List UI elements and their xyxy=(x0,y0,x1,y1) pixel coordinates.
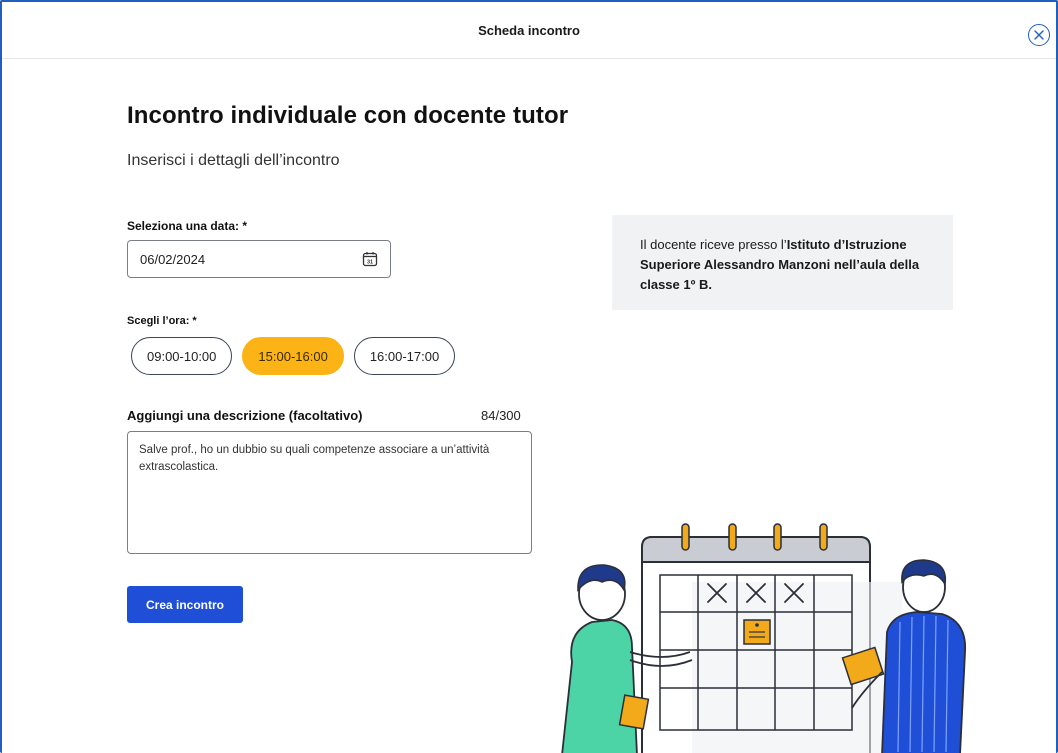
svg-text:31: 31 xyxy=(367,260,373,266)
date-value: 06/02/2024 xyxy=(140,251,206,267)
calendar-icon[interactable]: 31 xyxy=(362,251,378,267)
modal-title: Scheda incontro xyxy=(478,22,580,38)
date-input[interactable]: 06/02/2024 31 xyxy=(127,240,391,278)
info-text: Il docente riceve presso l’ xyxy=(640,237,787,252)
calendar-illustration xyxy=(561,523,966,753)
modal-header: Scheda incontro xyxy=(2,2,1056,59)
close-button[interactable] xyxy=(1028,24,1050,46)
time-slot-chip-selected[interactable]: 15:00-16:00 xyxy=(242,337,344,375)
close-circle-icon xyxy=(1034,30,1044,40)
time-slot-chip[interactable]: 09:00-10:00 xyxy=(131,337,233,375)
description-label: Aggiungi una descrizione (facoltativo) xyxy=(127,408,363,423)
modal-window: Scheda incontro Incontro individuale con… xyxy=(0,0,1058,753)
time-label: Scegli l’ora: * xyxy=(127,315,197,327)
page-title: Incontro individuale con docente tutor xyxy=(127,102,569,129)
page-subtitle: Inserisci i dettagli dell’incontro xyxy=(127,152,340,169)
time-slot-group: 09:00-10:00 15:00-16:00 16:00-17:00 xyxy=(131,337,456,375)
character-counter: 84/300 xyxy=(481,408,521,423)
time-slot-chip[interactable]: 16:00-17:00 xyxy=(353,337,456,375)
date-label: Seleziona una data: * xyxy=(127,219,248,233)
description-textarea[interactable]: Salve prof., ho un dubbio su quali compe… xyxy=(127,431,532,554)
create-meeting-button[interactable]: Crea incontro xyxy=(127,586,243,623)
info-box: Il docente riceve presso l’Istituto d’Is… xyxy=(612,215,953,310)
